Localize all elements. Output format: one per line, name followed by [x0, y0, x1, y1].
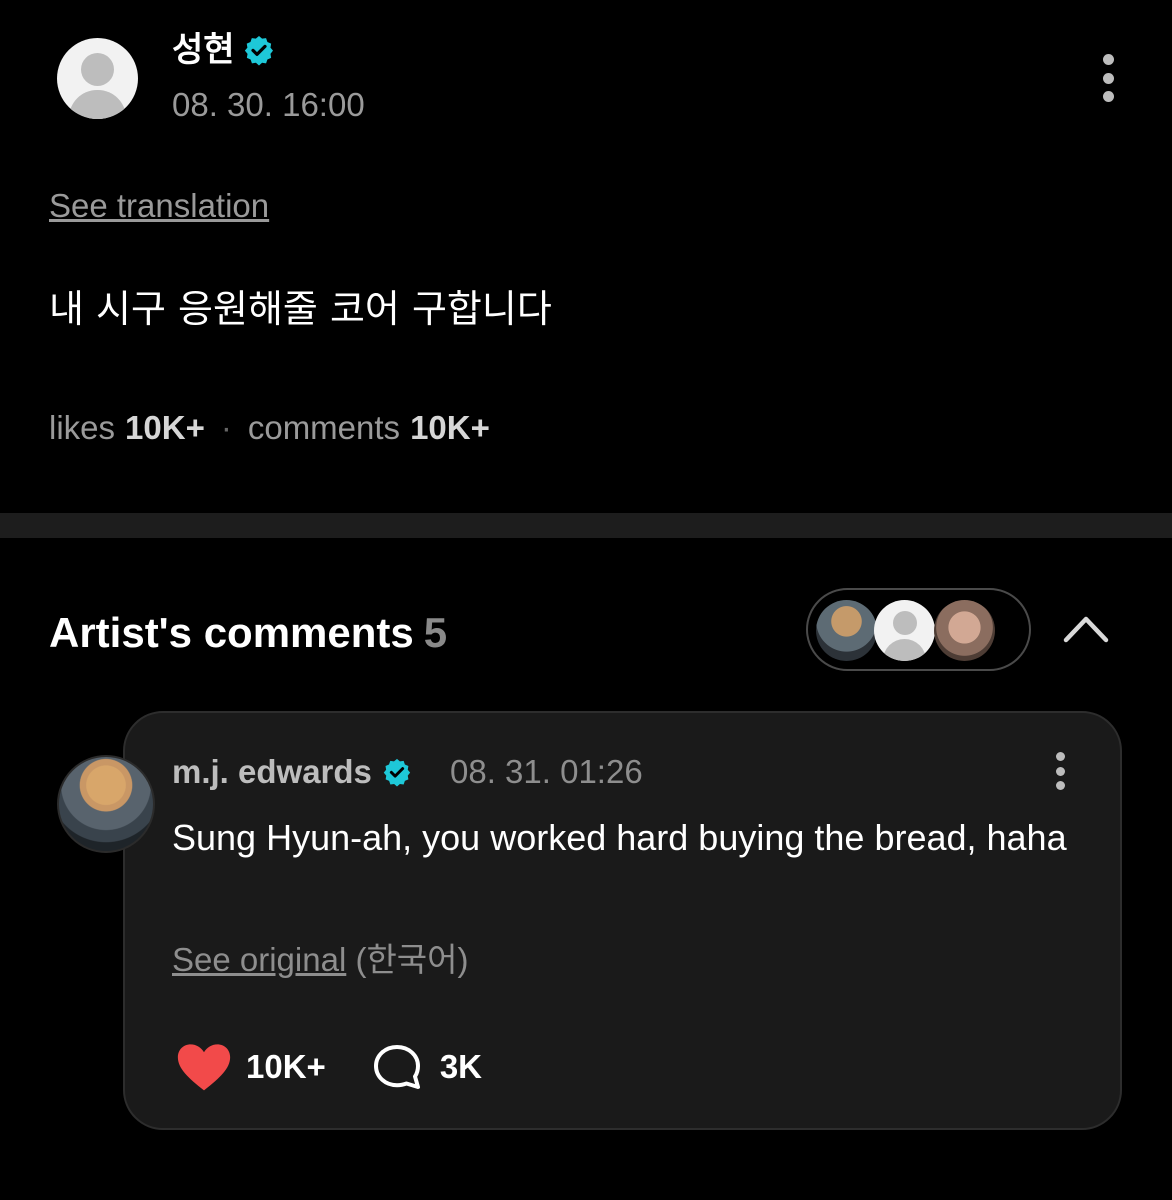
comment-date: 08. 31. 01:26 — [450, 753, 643, 790]
artist-avatar — [934, 600, 995, 661]
author-name[interactable]: 성현 — [172, 30, 235, 70]
author-name-row[interactable]: 성현 — [172, 30, 275, 70]
author-avatar[interactable] — [57, 38, 138, 119]
more-vertical-icon[interactable] — [1096, 54, 1120, 102]
original-language: (한국어) — [355, 941, 469, 978]
more-vertical-icon[interactable] — [1049, 752, 1071, 790]
commenter-name-row[interactable]: m.j. edwards — [172, 752, 412, 792]
comment-text: Sung Hyun-ah, you worked hard buying the… — [172, 817, 1067, 858]
post-date: 08. 30. 16:00 — [172, 86, 365, 123]
artist-comments-label: Artist's comments — [49, 609, 414, 656]
verified-badge-icon — [244, 36, 273, 66]
section-divider — [0, 513, 1172, 538]
artist-avatar — [816, 600, 877, 661]
see-original-row: See original (한국어) — [172, 938, 469, 982]
likes-count[interactable]: 10K+ — [125, 408, 205, 448]
post-header: 성현 08. 30. 16:00 — [0, 0, 1172, 160]
see-translation-link[interactable]: See translation — [49, 186, 269, 226]
comments-count[interactable]: 10K+ — [410, 408, 490, 448]
chevron-up-icon[interactable] — [1060, 610, 1112, 646]
verified-badge-icon — [383, 758, 411, 787]
heart-icon[interactable] — [176, 1042, 232, 1092]
likes-label[interactable]: likes — [49, 408, 115, 448]
comment-like-count[interactable]: 10K+ — [246, 1048, 326, 1086]
commenter-name[interactable]: m.j. edwards — [172, 752, 372, 792]
post-body: 내 시구 응원해줄 코어 구합니다 — [49, 287, 552, 331]
post-stats: likes 10K+ · comments 10K+ — [49, 408, 490, 448]
artist-avatars-pill[interactable] — [806, 588, 1031, 671]
artist-comments-title: Artist's comments 5 — [49, 608, 447, 658]
commenter-avatar[interactable] — [57, 755, 155, 853]
comment-reply-count[interactable]: 3K — [440, 1048, 482, 1086]
artist-comments-count: 5 — [423, 609, 448, 656]
stats-separator: · — [220, 409, 232, 446]
comment-bubble-icon[interactable] — [372, 1043, 422, 1091]
see-original-link[interactable]: See original — [172, 941, 346, 978]
comments-label[interactable]: comments — [248, 408, 400, 448]
artist-avatar — [874, 600, 935, 661]
comment-actions: 10K+ 3K — [176, 1040, 482, 1094]
